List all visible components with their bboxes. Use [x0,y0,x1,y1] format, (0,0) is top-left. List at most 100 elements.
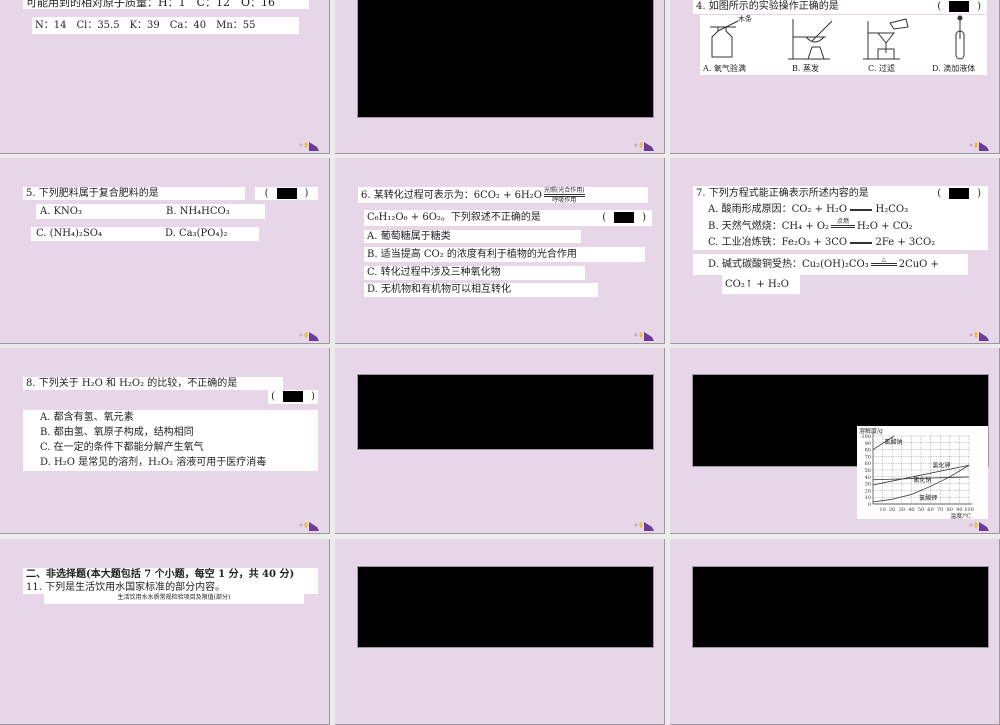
question-text: 4. 如图所示的实验操作正确的是 [696,1,839,12]
filtration-icon [863,18,909,60]
logo-icon [634,332,654,341]
x-tick-label: 50 [918,507,924,513]
answer-bracket: () [937,1,981,12]
question-text: 6. 某转化过程可表示为：6CO₂ + 6H₂O [361,190,542,201]
answer-box [949,1,970,12]
option-b: B. 天然气燃烧：CH₄ + O₂ 点燃 H₂O + CO₂ [696,218,985,235]
option-a: A. 酸雨形成原因：CO₂ + H₂O H₂CO₃ [708,204,909,215]
question-8-title: 8. 下列关于 H₂O 和 H₂O₂ 的比较，不正确的是 [23,377,283,390]
slide-thumbnail-8[interactable] [335,348,665,534]
series-label: 氯化钠 [913,476,931,484]
answer-bracket: () [937,188,981,199]
answer-box [614,212,635,223]
slide-thumbnail-9[interactable]: 0 10 20 30 40 50 60 70 80 90 100 10 20 30 40 50 60 70 80 90… [670,348,1000,534]
logo-icon [634,142,654,151]
logo-icon [969,522,989,531]
condition-reverse: 呼吸作用 [552,197,577,204]
atomic-mass-line-1: 可能用到的相对原子质量：H：1 C：12 O：16 [23,0,309,9]
y-tick-label: 40 [865,475,871,481]
slide-thumbnail-12[interactable] [670,539,1000,725]
y-tick-label: 60 [865,461,871,467]
condition-forward: 光照(光合作用) [543,187,585,194]
option-a: A. 氧气验满 [703,64,746,73]
x-tick-label: 10 [879,507,885,513]
y-tick-label: 30 [865,482,871,488]
redacted-image [692,566,989,648]
series-label: 氯酸钾 [919,494,937,502]
y-tick-label: 80 [865,448,871,454]
options-ab: A. KNO₃ B. NH₄HCO₃ [36,204,265,219]
reaction-condition: 光照(光合作用) 呼吸作用 [543,187,585,204]
options-cd: C. (NH₄)₂SO₄ D. Ca₃(PO₄)₂ [31,227,259,241]
answer-box [283,391,303,402]
y-tick-label: 20 [865,488,871,494]
slide-thumbnail-11[interactable] [335,539,665,725]
y-tick-label: 50 [865,468,871,474]
options-box: A. 都含有氢、氧元素 B. 都由氢、氧原子构成，结构相同 C. 在一定的条件下… [23,410,318,471]
x-tick-label: 60 [927,507,933,513]
logo-icon [969,332,989,341]
reaction-condition: △ [870,256,897,273]
series-label: 氯化钾 [933,461,951,469]
x-tick-label: 30 [899,507,905,513]
redacted-image [357,374,654,450]
atomic-mass-line-2: N：14 Cl：35.5 K：39 Ca：40 Mn：55 [32,17,299,34]
option-d: D. Ca₃(PO₄)₂ [165,228,228,239]
slide-thumbnail-6[interactable]: 7. 下列方程式能正确表示所述内容的是 () A. 酸雨形成原因：CO₂ + H… [670,158,1000,344]
y-tick-label: 0 [868,502,871,508]
section-heading: 二、非选择题(本大题包括 7 个小题，每空 1 分，共 40 分) [23,568,318,581]
option-c: C. 在一定的条件下都能分解产生氧气 [40,442,204,453]
option-d: D. 滴加液体 [932,64,976,73]
slide-thumbnail-4[interactable]: 5. 下列肥料属于复合肥料的是 () A. KNO₃ B. NH₄HCO₃ C.… [0,158,330,344]
logo-icon [299,142,319,151]
answer-box [949,188,970,199]
logo-icon [969,142,989,151]
question-11-title: 11. 下列是生活饮用水国家标准的部分内容。 [23,581,318,594]
question-5-title: 5. 下列肥料属于复合肥料的是 [23,187,245,200]
x-tick-label: 40 [908,507,914,513]
option-b: B. 都由氢、氧原子构成，结构相同 [40,427,194,438]
option-c: C. (NH₄)₂SO₄ [36,228,103,239]
option-c: C. 转化过程中涉及三种氧化物 [364,266,585,280]
solubility-chart-svg: 010203040506070809010010 20 30 40 50 60 70 80 90… [859,427,974,520]
slide-thumbnail-7[interactable]: 8. 下列关于 H₂O 和 H₂O₂ 的比较，不正确的是 () A. 都含有氢、… [0,348,330,534]
slide-thumbnail-5[interactable]: 6. 某转化过程可表示为：6CO₂ + 6H₂O 光照(光合作用) 呼吸作用 C₆H… [335,158,665,344]
x-tick-label: 20 [889,507,895,513]
apparatus-figure: 木条 A. 氧气验满 B. 蒸发 C. 过滤 D. 滴加液体 [700,15,987,75]
reaction-condition: 点燃 [831,218,856,235]
solubility-chart: 0 10 20 30 40 50 60 70 80 90 100 10 20 30 40 50 60 70 80 90… [857,426,988,520]
y-axis-label: 溶解度/g [859,427,883,435]
option-b: B. 蒸发 [792,64,819,73]
question-4-title: 4. 如图所示的实验操作正确的是 () [693,0,987,14]
answer-bracket: () [255,187,318,200]
answer-bracket: () [268,390,318,404]
gas-bottle-icon [710,20,739,58]
logo-icon [299,332,319,341]
option-b: B. 适当提高 CO₂ 的浓度有利于植物的光合作用 [364,247,645,262]
slide-thumbnail-10[interactable]: 二、非选择题(本大题包括 7 个小题，每空 1 分，共 40 分) 11. 下列… [0,539,330,725]
logo-icon [634,522,654,531]
option-d-continued: CO₂↑ + H₂O [722,275,800,294]
question-6-title: 6. 某转化过程可表示为：6CO₂ + 6H₂O 光照(光合作用) 呼吸作用 [358,187,648,204]
wood-stick-label: 木条 [738,15,752,23]
y-tick-label: 10 [865,495,871,501]
option-c: C. 过滤 [868,64,895,73]
dropper-test-tube-icon [955,15,965,60]
redacted-image [357,0,654,118]
evaporation-icon [788,19,833,60]
slide-thumbnail-3[interactable]: 4. 如图所示的实验操作正确的是 () 木条 A. 氧气验满 B. 蒸发 C. … [670,0,1000,154]
x-tick-label: 70 [937,507,943,513]
slide-thumbnail-2[interactable] [335,0,665,154]
answer-box [276,188,297,199]
question-7-title: 7. 下列方程式能正确表示所述内容的是 [696,188,869,199]
y-tick-label: 90 [865,441,871,447]
option-d: D. 碱式碳酸铜受热：Cu₂(OH)₂CO₃ △ 2CuO + [693,254,968,275]
option-a: A. 葡萄糖属于糖类 [364,230,581,243]
slide-thumbnail-1[interactable]: 可能用到的相对原子质量：H：1 C：12 O：16 N：14 Cl：35.5 K… [0,0,330,154]
option-d: D. H₂O 是常见的溶剂，H₂O₂ 溶液可用于医疗消毒 [40,457,267,468]
question-6-line-2: C₆H₁₂O₆ + 6O₂。下列叙述不正确的是 () [364,210,652,226]
answer-bracket: () [602,212,646,223]
option-a: A. 都含有氢、氧元素 [40,412,134,423]
question-text: C₆H₁₂O₆ + 6O₂。下列叙述不正确的是 [367,212,541,223]
logo-icon [299,522,319,531]
